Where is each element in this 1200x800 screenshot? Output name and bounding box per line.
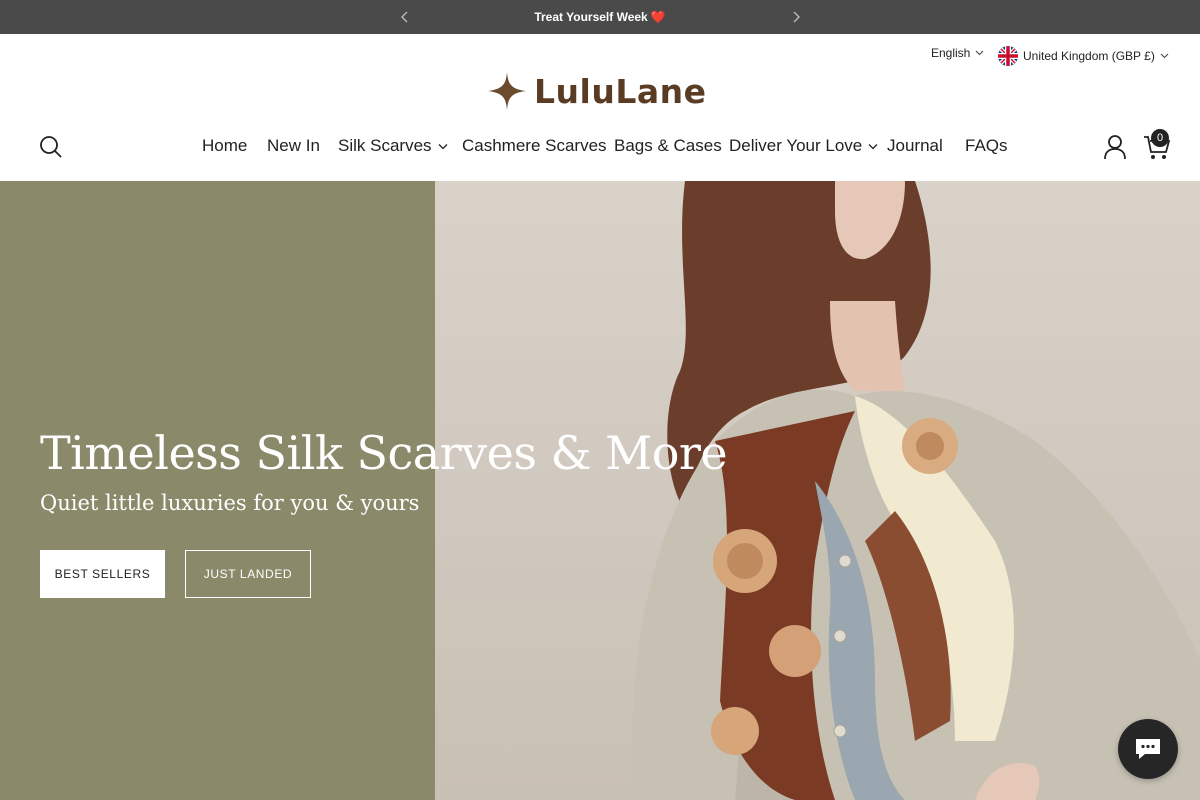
user-icon[interactable] [1103, 134, 1127, 160]
announcement-text: Treat Yourself Week [534, 10, 648, 24]
nav-item-silk-scarves[interactable]: Silk Scarves [338, 136, 448, 156]
star-logo-icon [488, 72, 526, 110]
nav-label: Home [202, 136, 248, 155]
nav-label: New In [267, 136, 320, 155]
nav-item-journal[interactable]: Journal [887, 136, 943, 156]
hero-subtitle: Quiet little luxuries for you & yours [40, 491, 420, 515]
chevron-down-icon [1160, 53, 1169, 59]
hero-image [435, 181, 1200, 800]
best-sellers-button[interactable]: BEST SELLERS [40, 550, 165, 598]
site-logo[interactable]: LuluLane [486, 70, 707, 112]
logo-wordmark: LuluLane [534, 71, 707, 111]
site-header: English United Kingdom (GBP £) LuluLane … [0, 34, 1200, 181]
nav-item-deliver-your-love[interactable]: Deliver Your Love [729, 136, 878, 156]
nav-label: Silk Scarves [338, 136, 432, 155]
nav-label: Deliver Your Love [729, 136, 863, 155]
nav-label: Bags & Cases [614, 136, 722, 155]
nav-label: Journal [887, 136, 943, 155]
language-label: English [931, 46, 971, 60]
just-landed-button[interactable]: JUST LANDED [185, 550, 311, 598]
nav-item-faqs[interactable]: FAQs [965, 136, 1008, 156]
heart-icon: ❤️ [650, 10, 666, 24]
language-selector[interactable]: English [931, 46, 984, 60]
cart-count-badge: 0 [1151, 129, 1169, 147]
chevron-down-icon [438, 143, 447, 149]
chevron-down-icon [975, 50, 984, 56]
hero-title: Timeless Silk Scarves & More [40, 426, 728, 480]
nav-item-bags-cases[interactable]: Bags & Cases [614, 136, 722, 156]
nav-label: FAQs [965, 136, 1008, 155]
main-navigation: Home New In Silk Scarves Cashmere Scarve… [0, 136, 1200, 158]
nav-item-cashmere-scarves[interactable]: Cashmere Scarves [462, 136, 607, 156]
country-label: United Kingdom (GBP £) [1023, 49, 1155, 63]
chevron-right-icon[interactable] [788, 9, 804, 25]
uk-flag-icon [998, 46, 1018, 66]
hero-banner: Timeless Silk Scarves & More Quiet littl… [0, 181, 1200, 800]
chat-icon[interactable] [1118, 719, 1178, 779]
nav-item-home[interactable]: Home [202, 136, 247, 156]
chevron-down-icon [868, 143, 878, 149]
country-selector[interactable]: United Kingdom (GBP £) [998, 46, 1169, 66]
nav-label: Cashmere Scarves [462, 136, 607, 155]
announcement-message: Treat Yourself Week ❤️ [0, 0, 1200, 34]
nav-item-new-in[interactable]: New In [267, 136, 320, 156]
announcement-bar: Treat Yourself Week ❤️ [0, 0, 1200, 34]
